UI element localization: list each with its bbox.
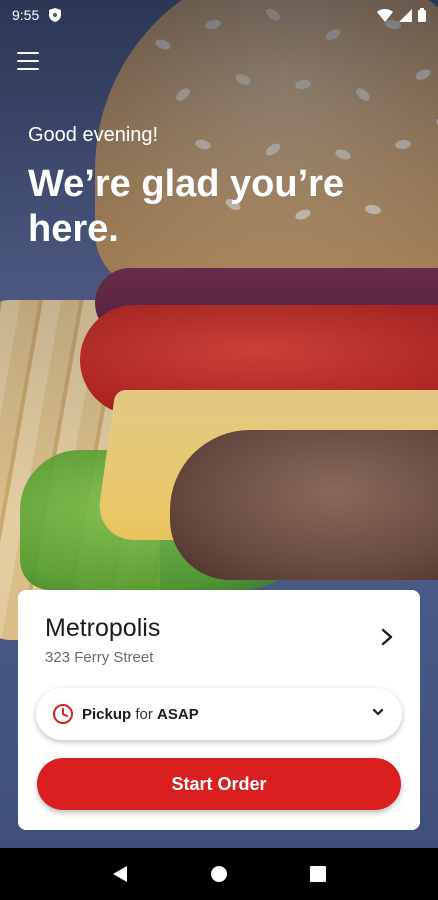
app-screen: 9:55 Good evening! We’re glad you’re her…	[0, 0, 438, 900]
order-mode: Pickup	[82, 705, 132, 723]
shield-icon	[49, 8, 62, 22]
back-triangle-icon	[112, 866, 127, 882]
nav-home-button[interactable]	[205, 860, 233, 888]
wifi-icon	[377, 8, 393, 22]
status-left: 9:55	[12, 7, 62, 23]
signal-icon	[399, 8, 412, 22]
home-circle-icon	[210, 866, 227, 882]
greeting-text: Good evening!	[28, 124, 159, 146]
store-address: 323 Ferry Street	[45, 649, 154, 666]
page-title: We’re glad you’re here.	[28, 163, 345, 250]
nav-back-button[interactable]	[106, 860, 134, 888]
status-time: 9:55	[12, 7, 40, 23]
order-timing: ASAP	[157, 705, 199, 723]
clock-icon	[53, 704, 73, 724]
battery-icon	[418, 8, 426, 22]
hamburger-menu-icon	[17, 52, 39, 54]
status-right	[377, 8, 426, 22]
recents-square-icon	[310, 866, 327, 882]
order-mode-connector: for	[135, 705, 153, 723]
chevron-down-icon	[372, 708, 384, 716]
nav-recents-button[interactable]	[304, 860, 332, 888]
pickup-time-select[interactable]: Pickup for ASAP	[36, 688, 402, 740]
store-name: Metropolis	[45, 614, 161, 642]
start-order-button[interactable]: Start Order	[37, 758, 401, 810]
store-selector[interactable]: Metropolis 323 Ferry Street	[45, 614, 400, 674]
menu-button[interactable]	[16, 50, 40, 72]
system-nav-bar	[0, 848, 438, 900]
chevron-right-icon	[381, 628, 393, 646]
order-card: Metropolis 323 Ferry Street Pickup for A…	[18, 590, 420, 830]
pickup-label: Pickup for ASAP	[82, 706, 199, 723]
status-bar: 9:55	[0, 0, 438, 30]
